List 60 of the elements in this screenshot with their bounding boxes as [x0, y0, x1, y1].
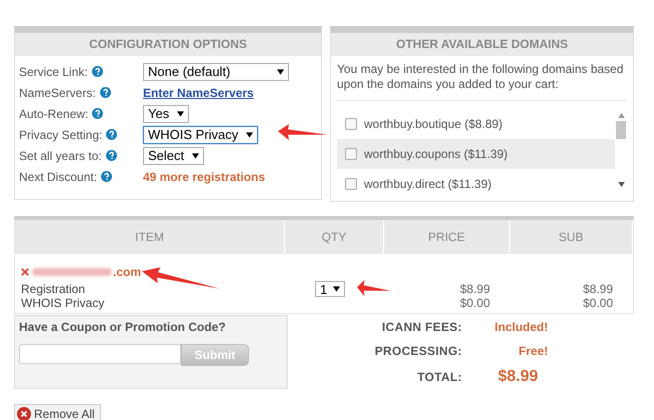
total-label: PROCESSING: — [374, 344, 462, 358]
line-item: WHOIS Privacy — [21, 296, 106, 310]
checkbox[interactable] — [345, 178, 357, 190]
help-icon[interactable] — [101, 171, 112, 182]
panel-title: CONFIGURATION OPTIONS — [15, 33, 321, 56]
domain-option[interactable]: worthbuy.coupons ($11.39) — [337, 139, 615, 169]
column-header: SUB — [510, 220, 633, 254]
checkbox[interactable] — [345, 148, 357, 160]
coupon-title: Have a Coupon or Promotion Code? — [19, 320, 227, 334]
remove-icon — [17, 407, 31, 420]
domain-option[interactable]: worthbuy.boutique ($8.89) — [337, 109, 615, 139]
caret-icon — [333, 286, 340, 292]
remove-icon[interactable] — [21, 268, 29, 276]
caret-icon — [246, 132, 254, 138]
scroll-down-icon[interactable] — [618, 182, 624, 187]
total-value: Included! — [494, 320, 549, 334]
column-header: PRICE — [384, 220, 510, 254]
discount-note: 49 more registrations — [143, 170, 266, 184]
dropdown[interactable]: None (default) — [143, 62, 289, 80]
price: $8.99 — [458, 282, 490, 296]
field-label: Set all years to: — [19, 148, 102, 162]
intro-text: You may be interested in the following domains based upon the domains you added to your cart: — [337, 62, 627, 101]
caret-icon — [192, 152, 200, 158]
field-label: Privacy Setting: — [19, 128, 102, 142]
help-icon[interactable] — [92, 66, 103, 77]
caret-icon — [177, 110, 184, 116]
subtotal: $0.00 — [582, 296, 613, 310]
column-header: ITEM — [15, 220, 285, 254]
coupon-field[interactable] — [19, 344, 181, 364]
field-label: Next Discount: — [19, 170, 98, 184]
help-icon[interactable] — [92, 108, 104, 119]
field-label: NameServers: — [19, 86, 96, 100]
checkbox[interactable] — [345, 118, 357, 130]
domain-option[interactable]: worthbuy.direct ($11.39) — [337, 169, 615, 191]
annotation-arrow — [278, 124, 328, 142]
column-header: QTY — [285, 220, 384, 254]
quantity-dropdown[interactable]: 1 — [315, 281, 346, 297]
remove-all-button[interactable]: Remove All — [14, 404, 101, 420]
total-label: TOTAL: — [416, 370, 462, 384]
line-item: Registration — [21, 282, 86, 296]
panel-title: OTHER AVAILABLE DOMAINS — [331, 33, 633, 56]
help-icon[interactable] — [100, 87, 111, 98]
scroll-up-icon[interactable] — [618, 113, 624, 118]
dropdown[interactable]: WHOIS Privacy — [143, 126, 258, 144]
caret-icon — [277, 68, 284, 74]
field-label: Service Link: — [19, 64, 88, 78]
price: $0.00 — [458, 296, 490, 310]
dropdown[interactable]: Select — [143, 146, 204, 164]
scroll-thumb[interactable] — [616, 121, 626, 139]
total-value: Free! — [518, 344, 549, 358]
total-label: ICANN FEES: — [381, 320, 462, 334]
domain-name[interactable]: .com — [113, 264, 142, 278]
field-label: Auto-Renew: — [19, 106, 88, 120]
help-icon[interactable] — [106, 129, 118, 140]
nameservers-link[interactable]: Enter NameServers — [143, 86, 254, 100]
dropdown[interactable]: Yes — [143, 104, 190, 122]
total-value: $8.99 — [496, 368, 539, 386]
annotation-arrow — [357, 280, 391, 298]
subtotal: $8.99 — [582, 282, 613, 296]
help-icon[interactable] — [106, 150, 117, 161]
